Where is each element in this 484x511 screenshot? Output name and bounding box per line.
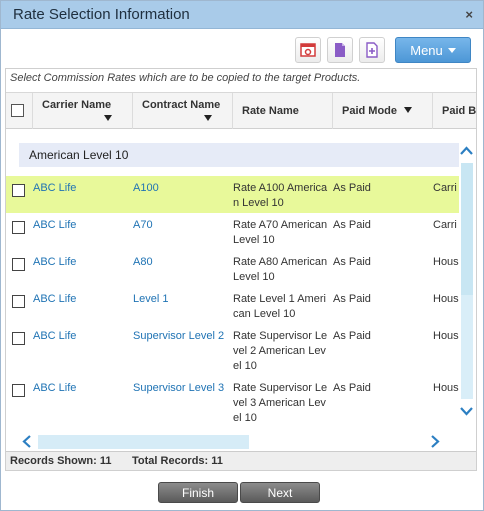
add-document-icon[interactable] — [359, 37, 385, 63]
rate-selection-dialog: Rate Selection Information × Menu Select… — [0, 0, 484, 511]
group-header: American Level 10 — [19, 143, 459, 167]
header-rate-name[interactable]: Rate Name — [233, 93, 333, 129]
carrier-link[interactable]: ABC Life — [33, 255, 128, 270]
rates-grid-panel: Select Commission Rates which are to be … — [5, 68, 477, 471]
row-checkbox[interactable] — [12, 184, 25, 197]
chevron-right-icon[interactable] — [430, 435, 440, 451]
header-contract-name[interactable]: Contract Name — [133, 93, 233, 129]
vertical-scroll-thumb[interactable] — [461, 163, 473, 295]
paid-mode-cell: As Paid — [333, 293, 371, 305]
group-label: American Level 10 — [29, 148, 129, 162]
contract-link[interactable]: A80 — [133, 255, 228, 270]
next-button[interactable]: Next — [240, 482, 320, 503]
sort-icon[interactable] — [204, 115, 212, 121]
document-icon[interactable] — [327, 37, 353, 63]
total-records: Total Records: 11 — [132, 455, 223, 467]
select-all-checkbox[interactable] — [11, 104, 24, 117]
header-select-cell — [6, 93, 33, 129]
contract-link[interactable]: A100 — [133, 181, 228, 196]
row-checkbox[interactable] — [12, 221, 25, 234]
dialog-title: Rate Selection Information — [13, 6, 190, 23]
contract-link[interactable]: A70 — [133, 218, 228, 233]
header-carrier-label: Carrier Name — [42, 99, 112, 111]
table-row[interactable]: ABC Life Level 1 Rate Level 1 American L… — [6, 287, 459, 324]
status-bar: Records Shown: 11 Total Records: 11 — [6, 451, 476, 470]
header-paid-by-label: Paid By — [442, 105, 476, 117]
carrier-link[interactable]: ABC Life — [33, 292, 128, 307]
header-carrier-name[interactable]: Carrier Name — [33, 93, 133, 129]
horizontal-scroll-thumb[interactable] — [38, 435, 249, 449]
row-checkbox[interactable] — [12, 295, 25, 308]
carrier-link[interactable]: ABC Life — [33, 181, 128, 196]
rate-name-cell: Rate A80 American Level 10 — [233, 256, 328, 283]
chevron-down-icon — [447, 47, 456, 53]
sort-icon[interactable] — [104, 115, 112, 121]
table-row[interactable]: ABC Life Supervisor Level 2 Rate Supervi… — [6, 324, 459, 376]
header-contract-label: Contract Name — [142, 99, 221, 111]
toolbar: Menu — [289, 37, 471, 63]
chevron-left-icon[interactable] — [22, 435, 32, 451]
close-icon[interactable]: × — [465, 7, 473, 22]
sort-icon[interactable] — [404, 107, 412, 113]
export-icon[interactable] — [295, 37, 321, 63]
carrier-link[interactable]: ABC Life — [33, 329, 128, 344]
contract-link[interactable]: Supervisor Level 2 — [133, 329, 228, 344]
carrier-link[interactable]: ABC Life — [33, 381, 128, 396]
row-checkbox[interactable] — [12, 332, 25, 345]
menu-button-label: Menu — [410, 42, 443, 58]
header-paid-mode[interactable]: Paid Mode — [333, 93, 433, 129]
table-row[interactable]: ABC Life A80 Rate A80 American Level 10 … — [6, 250, 459, 287]
header-paid-mode-label: Paid Mode — [342, 105, 398, 117]
row-checkbox[interactable] — [12, 258, 25, 271]
paid-mode-cell: As Paid — [333, 182, 371, 194]
rate-name-cell: Rate Supervisor Level 3 American Level 1… — [233, 382, 328, 424]
contract-link[interactable]: Supervisor Level 3 — [133, 381, 228, 396]
carrier-link[interactable]: ABC Life — [33, 218, 128, 233]
paid-mode-cell: As Paid — [333, 219, 371, 231]
rate-name-cell: Rate A100 American Level 10 — [233, 182, 328, 209]
paid-mode-cell: As Paid — [333, 382, 371, 394]
rate-name-cell: Rate A70 American Level 10 — [233, 219, 328, 246]
title-bar: Rate Selection Information × — [1, 1, 483, 29]
paid-mode-cell: As Paid — [333, 256, 371, 268]
chevron-up-icon[interactable] — [460, 143, 473, 159]
rate-name-cell: Rate Supervisor Level 2 American Level 1… — [233, 330, 328, 372]
row-checkbox[interactable] — [12, 384, 25, 397]
table-row[interactable]: ABC Life A70 Rate A70 American Level 10 … — [6, 213, 459, 250]
header-rate-label: Rate Name — [242, 105, 299, 117]
table-row[interactable]: ABC Life Supervisor Level 3 Rate Supervi… — [6, 376, 459, 428]
instruction-text: Select Commission Rates which are to be … — [10, 72, 361, 84]
header-paid-by[interactable]: Paid By — [433, 93, 476, 129]
vertical-scrollbar[interactable] — [459, 145, 473, 421]
chevron-down-icon[interactable] — [460, 403, 473, 419]
table-row[interactable]: ABC Life A100 Rate A100 American Level 1… — [6, 176, 459, 213]
table-header: Carrier Name Contract Name Rate Name Pai… — [6, 92, 476, 129]
finish-button[interactable]: Finish — [158, 482, 238, 503]
rate-name-cell: Rate Level 1 American Level 10 — [233, 293, 326, 320]
contract-link[interactable]: Level 1 — [133, 292, 228, 307]
horizontal-scrollbar[interactable] — [6, 431, 476, 451]
menu-button[interactable]: Menu — [395, 37, 471, 63]
records-shown: Records Shown: 11 — [10, 455, 112, 467]
paid-mode-cell: As Paid — [333, 330, 371, 342]
